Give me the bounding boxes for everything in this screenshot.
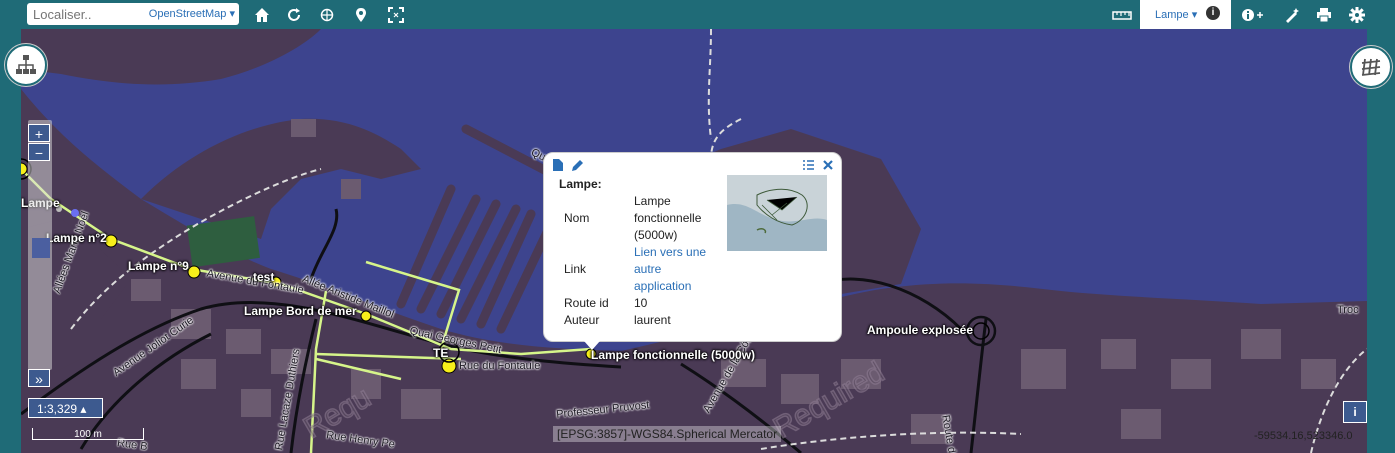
feature-label[interactable]: Lampe Bord de mer [244, 304, 357, 318]
feature-popup: Lampe: Nom Lampe fonctionnelle (5000w) L… [543, 152, 842, 350]
attr-value: 10 [634, 296, 648, 310]
ruler-icon[interactable] [1111, 5, 1133, 25]
feature-label[interactable]: Lampe n°2 [46, 231, 107, 245]
attr-key: Link [564, 262, 587, 276]
expand-button[interactable]: » [28, 369, 50, 387]
feature-label[interactable]: TE [433, 346, 448, 360]
table-row: Route id 10 [561, 295, 712, 312]
grid-button[interactable] [1350, 46, 1392, 88]
provider-label: OpenStreetMap [148, 8, 227, 20]
place-label: Troc [1337, 304, 1359, 316]
feature-label[interactable]: Lampe n°9 [128, 259, 189, 273]
layer-tree-button[interactable] [5, 44, 47, 86]
attr-value: Lampe fonctionnelle (5000w) [634, 194, 702, 242]
location-search: OpenStreetMap ▾ [27, 3, 239, 25]
globe-icon[interactable] [317, 5, 337, 25]
zoom-out-button[interactable]: − [28, 143, 50, 161]
scale-bar: 100 m [32, 428, 144, 440]
edit-icon[interactable] [571, 159, 584, 175]
document-icon[interactable] [553, 159, 563, 174]
zoom-slider-handle[interactable] [32, 238, 50, 258]
draw-icon[interactable] [1282, 5, 1302, 25]
feature-label[interactable]: Ampoule explosée [867, 323, 973, 337]
refresh-icon[interactable] [284, 5, 304, 25]
layer-label: Lampe ▾ [1155, 9, 1198, 21]
projection-label: [EPSG:3857]-WGS84.Spherical Mercator [553, 426, 782, 442]
layer-select-tab[interactable]: Lampe ▾ i [1140, 0, 1231, 29]
list-icon[interactable] [803, 159, 814, 173]
home-icon[interactable] [252, 5, 272, 25]
left-panel-strip [0, 29, 21, 453]
table-row: Link Lien vers une autre application [561, 244, 712, 295]
info-button[interactable]: i [1343, 401, 1367, 423]
street-label: Rue du Fontaule [459, 360, 541, 372]
table-row: Auteur laurent [561, 312, 712, 329]
attribute-table: Nom Lampe fonctionnelle (5000w) Link Lie… [561, 193, 712, 329]
popup-title: Lampe: [559, 177, 602, 191]
settings-icon[interactable] [1347, 5, 1367, 25]
zoom-in-button[interactable]: + [28, 124, 50, 142]
feature-thumbnail[interactable] [727, 175, 827, 251]
feature-label[interactable]: Lampe fonctionnelle (5000w) [591, 348, 755, 362]
attr-link[interactable]: Lien vers une autre application [631, 244, 712, 295]
attr-key: Route id [564, 296, 609, 310]
table-row: Nom Lampe fonctionnelle (5000w) [561, 193, 712, 244]
print-icon[interactable] [1314, 5, 1334, 25]
land-north [141, 118, 421, 239]
top-toolbar: OpenStreetMap ▾ Lampe ▾ i [0, 0, 1395, 29]
info-icon[interactable]: i [1206, 6, 1220, 20]
search-input[interactable] [33, 5, 143, 23]
grid-icon [1361, 58, 1381, 76]
land-topleft [21, 29, 321, 85]
right-panel-strip [1367, 29, 1395, 453]
attr-key: Auteur [564, 313, 600, 327]
close-icon[interactable] [823, 159, 833, 173]
feature-label[interactable]: test [253, 270, 274, 284]
info-plus-icon[interactable] [1240, 5, 1266, 25]
coordinates-readout: -59534.16,523346.0 [1254, 430, 1353, 442]
marker-icon[interactable] [351, 5, 371, 25]
fullscreen-icon[interactable] [386, 5, 406, 25]
attr-value: laurent [634, 313, 671, 327]
sitemap-icon [16, 55, 36, 74]
provider-select[interactable]: OpenStreetMap ▾ [149, 7, 235, 20]
scale-select[interactable]: 1:3,329 ▴ [28, 398, 103, 418]
attr-key: Nom [564, 211, 590, 225]
